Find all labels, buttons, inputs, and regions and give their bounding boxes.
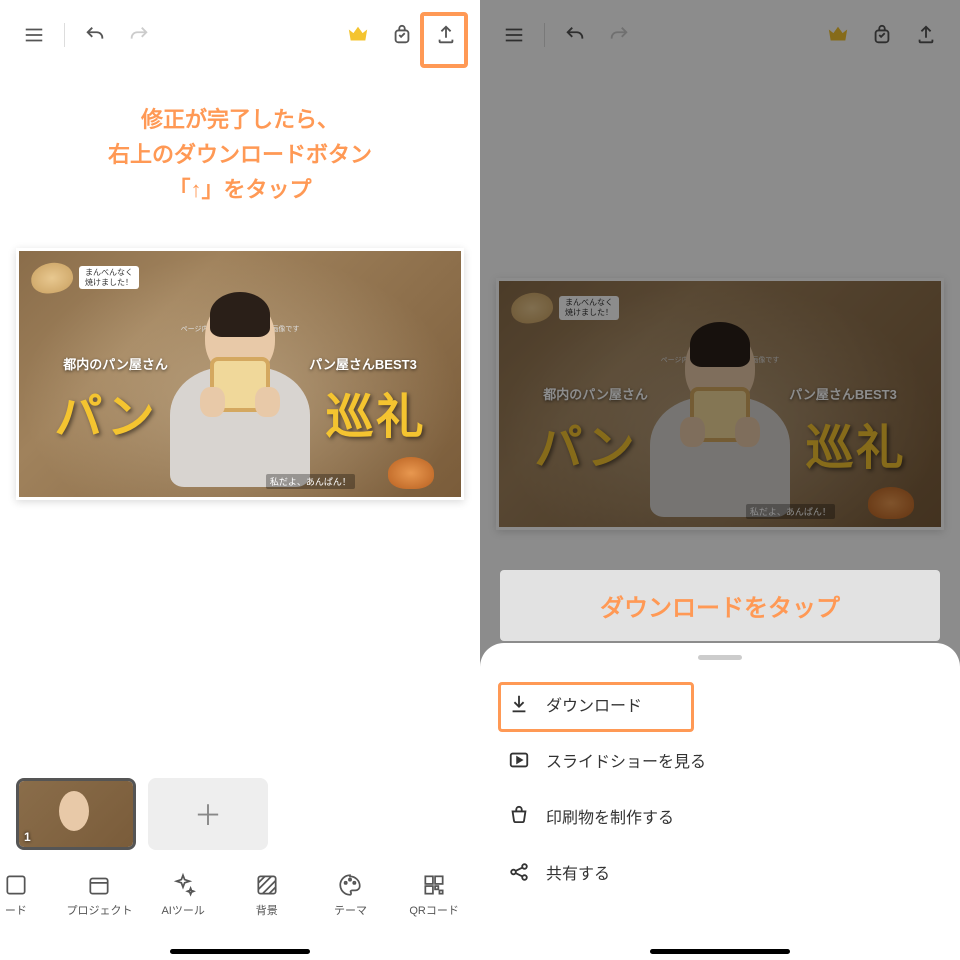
tab-label: プロジェクト bbox=[66, 902, 132, 918]
right-panel: まんべんなく 焼けました！ ページ内の人物等はサンプル画像です 都内のパン屋さん… bbox=[480, 0, 960, 960]
export-icon[interactable] bbox=[428, 17, 464, 53]
canvas-wrap: まんべんなく 焼けました！ ページ内の人物等はサンプル画像です 都内のパン屋さん… bbox=[16, 248, 464, 500]
export-icon[interactable] bbox=[908, 17, 944, 53]
instruction-callout: 修正が完了したら、 右上のダウンロードボタン 「↑」をタップ bbox=[20, 86, 460, 224]
bottom-toolbar: ード プロジェクト AIツール 背景 テーマ QRコード bbox=[0, 864, 480, 942]
design-canvas[interactable]: まんべんなく 焼けました！ ページ内の人物等はサンプル画像です 都内のパン屋さん… bbox=[496, 278, 944, 530]
canvas-wrap: まんべんなく 焼けました！ ページ内の人物等はサンプル画像です 都内のパン屋さん… bbox=[496, 278, 944, 530]
sheet-share[interactable]: 共有する bbox=[480, 844, 960, 900]
sheet-label: ダウンロード bbox=[546, 692, 642, 716]
bread-icon bbox=[509, 290, 556, 327]
home-indicator bbox=[170, 949, 310, 954]
sheet-slideshow[interactable]: スライドショーを見る bbox=[480, 732, 960, 788]
toolbar bbox=[0, 0, 480, 70]
toolbar bbox=[480, 0, 960, 70]
tag-bottom: 私だよ、あんぱん！ bbox=[266, 474, 355, 489]
tab-label: テーマ bbox=[334, 902, 367, 918]
subtitle-left: 都内のパン屋さん bbox=[543, 384, 648, 403]
subtitle-right: パン屋さんBEST3 bbox=[789, 384, 897, 403]
export-sheet: ダウンロード スライドショーを見る 印刷物を制作する 共有する bbox=[480, 643, 960, 960]
bread-bottom-icon bbox=[868, 487, 914, 519]
bread-bottom-icon bbox=[388, 457, 434, 489]
tag-bottom: 私だよ、あんぱん！ bbox=[746, 504, 835, 519]
tab-project[interactable]: プロジェクト bbox=[63, 872, 135, 918]
title-left: パン bbox=[534, 408, 636, 478]
crown-icon[interactable] bbox=[340, 17, 376, 53]
tab-background[interactable]: 背景 bbox=[231, 872, 303, 918]
sheet-label: 共有する bbox=[546, 860, 610, 884]
tab-theme[interactable]: テーマ bbox=[314, 872, 386, 918]
design-canvas[interactable]: まんべんなく 焼けました！ ページ内の人物等はサンプル画像です 都内のパン屋さん… bbox=[16, 248, 464, 500]
callout-line: 右上のダウンロードボタン bbox=[32, 137, 448, 172]
crown-icon[interactable] bbox=[820, 17, 856, 53]
sheet-label: 印刷物を制作する bbox=[546, 804, 674, 828]
redo-icon[interactable] bbox=[601, 17, 637, 53]
left-panel: 修正が完了したら、 右上のダウンロードボタン 「↑」をタップ まんべんなく 焼け… bbox=[0, 0, 480, 960]
bread-badge: まんべんなく 焼けました！ bbox=[31, 263, 139, 293]
tab-cut[interactable]: ード bbox=[0, 872, 52, 918]
person-illustration bbox=[160, 297, 320, 497]
bread-badge: まんべんなく 焼けました！ bbox=[511, 293, 619, 323]
undo-icon[interactable] bbox=[77, 17, 113, 53]
callout-line: 「↑」をタップ bbox=[32, 172, 448, 207]
sheet-download[interactable]: ダウンロード bbox=[480, 676, 960, 732]
tab-label: QRコード bbox=[409, 902, 459, 918]
sheet-handle[interactable] bbox=[698, 655, 742, 660]
tab-label: ード bbox=[5, 902, 27, 918]
bag-icon[interactable] bbox=[864, 17, 900, 53]
tab-label: 背景 bbox=[256, 902, 278, 918]
cart-icon bbox=[508, 805, 530, 827]
sheet-print[interactable]: 印刷物を制作する bbox=[480, 788, 960, 844]
share-icon bbox=[508, 861, 530, 883]
home-indicator bbox=[650, 949, 790, 954]
person-illustration bbox=[640, 327, 800, 527]
tab-qr[interactable]: QRコード bbox=[398, 872, 470, 918]
menu-icon[interactable] bbox=[496, 17, 532, 53]
tab-ai[interactable]: AIツール bbox=[147, 872, 219, 918]
add-page-button[interactable]: ＋ bbox=[148, 778, 268, 850]
redo-icon[interactable] bbox=[121, 17, 157, 53]
menu-icon[interactable] bbox=[16, 17, 52, 53]
divider bbox=[64, 23, 65, 47]
title-right: 巡礼 bbox=[806, 408, 906, 478]
title-right: 巡礼 bbox=[326, 377, 426, 447]
divider bbox=[544, 23, 545, 47]
instruction-callout: ダウンロードをタップ bbox=[500, 570, 940, 641]
callout-line: 修正が完了したら、 bbox=[32, 102, 448, 137]
bag-icon[interactable] bbox=[384, 17, 420, 53]
download-icon bbox=[508, 693, 530, 715]
title-left: パン bbox=[54, 377, 156, 447]
subtitle-left: 都内のパン屋さん bbox=[63, 354, 168, 373]
bread-badge-text: まんべんなく 焼けました！ bbox=[79, 266, 139, 289]
subtitle-right: パン屋さんBEST3 bbox=[309, 354, 417, 373]
page-thumbnails: 1 ＋ bbox=[16, 778, 464, 850]
sheet-label: スライドショーを見る bbox=[546, 748, 706, 772]
undo-icon[interactable] bbox=[557, 17, 593, 53]
page-number: 1 bbox=[24, 830, 31, 844]
play-icon bbox=[508, 749, 530, 771]
bread-icon bbox=[29, 259, 76, 296]
page-thumbnail[interactable]: 1 bbox=[16, 778, 136, 850]
tab-label: AIツール bbox=[161, 902, 204, 918]
bread-badge-text: まんべんなく 焼けました！ bbox=[559, 296, 619, 319]
